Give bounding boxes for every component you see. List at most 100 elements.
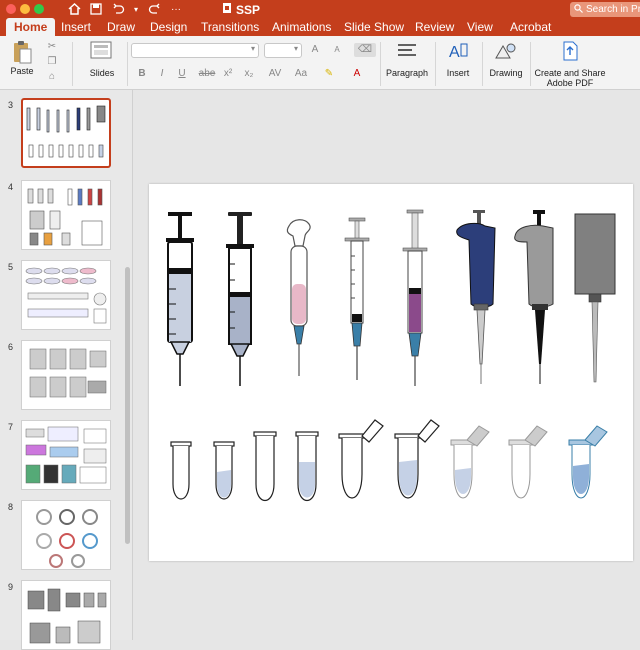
syringe-pink-icon [286,219,311,376]
slide-number: 5 [8,262,14,272]
chevron-down-icon[interactable]: ▾ [132,1,140,17]
cut-icon[interactable]: ✂ [44,40,60,54]
slide-number: 6 [8,342,14,352]
slide-thumbnail-6[interactable] [21,340,111,410]
tube-light-empty-icon [508,425,548,499]
undo-icon[interactable] [110,1,126,17]
paste-label: Paste [10,66,34,76]
document-title: SSP [236,2,261,17]
strikethrough-button[interactable]: abe [197,67,217,81]
insert-button[interactable]: A Insert [440,40,476,78]
insert-label: Insert [446,68,470,78]
tube-flip-cap-filled-icon [394,419,440,499]
slide-number: 3 [8,100,14,110]
svg-text:A: A [449,44,460,61]
tube-filled-2-icon [295,431,319,502]
drawing-label: Drawing [489,68,523,78]
tab-draw[interactable]: Draw [107,18,135,36]
font-size-field[interactable]: ▾ [264,43,302,58]
text-box-icon: A [449,43,468,61]
adobe-label-line1: Create and Share [534,68,606,78]
drawing-button[interactable]: Drawing [486,40,526,78]
close-window-button[interactable] [6,4,16,14]
tab-transitions[interactable]: Transitions [201,18,259,36]
pdf-share-icon [563,41,578,61]
format-painter-icon[interactable]: ⌂ [44,70,60,84]
tube-flip-cap-empty-icon [338,419,384,499]
slides-label: Slides [89,68,115,78]
superscript-button[interactable]: x² [220,67,236,81]
slide-number: 7 [8,422,14,432]
paragraph-label: Paragraph [385,68,429,78]
minimize-window-button[interactable] [20,4,30,14]
tube-light-filled-icon [450,425,490,499]
tab-slide-show[interactable]: Slide Show [344,18,404,36]
create-adobe-pdf-button[interactable]: Create and Share Adobe PDF [534,40,606,88]
slide-number: 8 [8,502,14,512]
syringe-clear-icon [344,217,370,380]
tab-acrobat[interactable]: Acrobat [510,18,551,36]
tube-empty-1-icon [170,441,192,500]
clear-formatting-icon[interactable]: ⌫ [354,43,376,57]
slide-thumbnail-8[interactable] [21,500,111,570]
syringe-large-2-icon [226,212,254,386]
slide-thumbnail-5[interactable] [21,260,111,330]
highlight-icon[interactable]: ✎ [318,67,340,81]
more-icon[interactable]: ··· [168,1,184,17]
title-bar: ▾ ··· SSP Search in Presentation [0,0,640,18]
search-icon [574,3,583,16]
underline-button[interactable]: U [174,67,190,81]
tab-home[interactable]: Home [6,18,56,36]
tube-blue-cap-icon [568,425,608,499]
copy-icon[interactable]: ❐ [44,55,60,69]
save-icon[interactable] [88,1,104,17]
character-spacing-icon[interactable]: AV [264,67,286,81]
tab-view[interactable]: View [467,18,493,36]
change-case-icon[interactable]: Aa [290,67,312,81]
zoom-window-button[interactable] [34,4,44,14]
slide-canvas[interactable] [149,184,633,561]
pipette-blue-icon [456,210,496,384]
tab-insert[interactable]: Insert [61,18,91,36]
document-icon [222,2,232,17]
redo-icon[interactable] [146,1,162,17]
increase-font-button[interactable]: A [307,43,323,57]
thumbnail-scrollbar[interactable] [125,267,130,544]
tab-animations[interactable]: Animations [272,18,331,36]
subscript-button[interactable]: x₂ [241,67,257,81]
paste-button[interactable]: Paste [4,40,40,76]
tubes-row [170,419,440,502]
adobe-label-line2: Adobe PDF [546,78,594,88]
syringe-purple-icon [402,209,428,386]
syringe-large-1-icon [166,212,194,386]
slide-number: 9 [8,582,14,592]
slides-button[interactable]: Slides [82,40,122,78]
slide-thumbnail-7[interactable] [21,420,111,490]
home-icon[interactable] [66,1,82,17]
decrease-font-button[interactable]: A [329,43,345,57]
slide-layout-icon [90,41,112,59]
slide-thumbnail-4[interactable] [21,180,111,250]
clipboard-icon [14,41,32,64]
window-title: SSP [222,2,260,17]
paragraph-icon [398,44,416,56]
slide-thumbnail-3[interactable] [21,98,111,168]
tab-design[interactable]: Design [150,18,187,36]
font-name-field[interactable]: ▾ [131,43,259,58]
italic-button[interactable]: I [154,67,170,81]
slide-artwork [166,209,616,502]
font-color-icon[interactable]: A [346,67,368,81]
tab-review[interactable]: Review [415,18,454,36]
paragraph-button[interactable]: Paragraph [384,40,430,78]
slide-thumbnail-panel: 3 4 5 6 7 8 9 [0,90,133,650]
tube-filled-1-icon [213,441,235,500]
pipette-gray-icon [514,210,554,384]
bold-button[interactable]: B [134,67,150,81]
ribbon: Paste ✂ ❐ ⌂ Slides ▾ ▾ A A ⌫ B I U abe x… [0,36,640,90]
ribbon-tabs: Home Insert Draw Design Transitions Anim… [0,18,640,36]
search-input[interactable]: Search in Presentation [570,2,640,17]
tube-empty-2-icon [253,431,277,502]
search-placeholder: Search in Presentation [586,4,640,15]
tubes-light-row [450,425,608,499]
pipette-box-icon [574,213,616,383]
